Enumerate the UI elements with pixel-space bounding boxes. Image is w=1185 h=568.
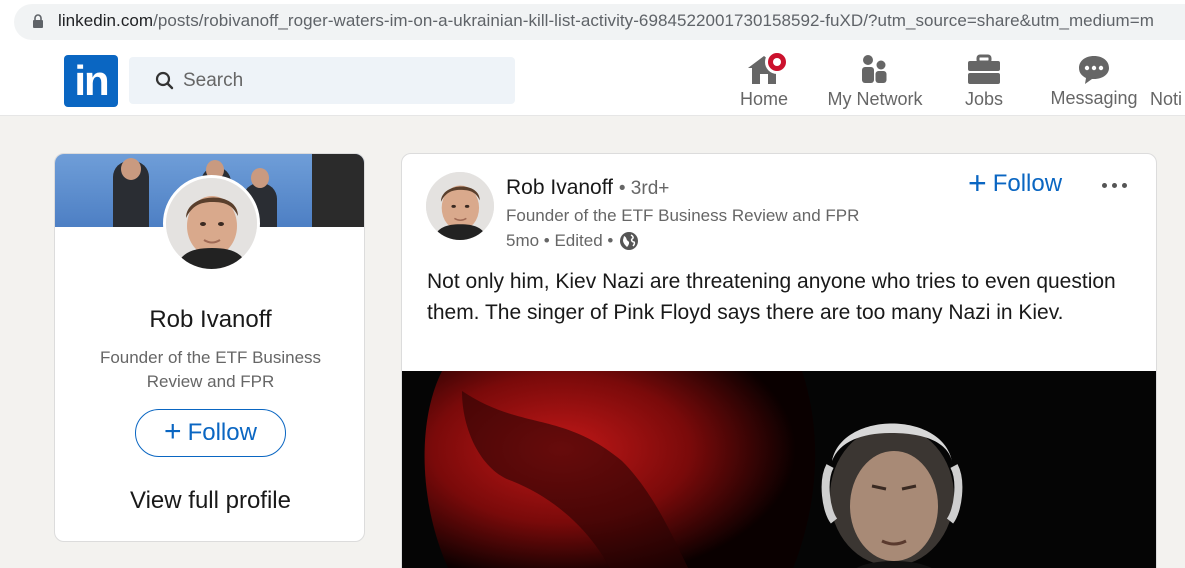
post-meta: 5mo • Edited • <box>506 231 639 251</box>
profile-card: Rob Ivanoff Founder of the ETF Business … <box>54 153 365 542</box>
profile-headline: Founder of the ETF Business Review and F… <box>99 348 322 391</box>
more-options-icon[interactable] <box>1095 174 1133 196</box>
search-input[interactable] <box>183 66 503 96</box>
banner-person-head <box>121 158 141 180</box>
profile-follow-label: Follow <box>187 419 257 446</box>
nav-my-network-label: My Network <box>827 89 923 109</box>
plus-icon: + <box>164 414 182 448</box>
post-image[interactable] <box>402 371 1156 568</box>
post-timestamp: 5mo • Edited • <box>506 231 614 250</box>
search-icon <box>155 71 174 90</box>
notification-badge <box>765 50 789 74</box>
post-author-name[interactable]: Rob Ivanoff <box>506 176 613 199</box>
briefcase-icon <box>968 54 1000 84</box>
post-text: Not only him, Kiev Nazi are threatening … <box>427 270 1116 324</box>
lock-icon <box>33 14 43 28</box>
url-text[interactable]: linkedin.com/posts/robivanoff_roger-wate… <box>58 11 1154 31</box>
post-follow-label: Follow <box>992 170 1063 197</box>
nav-messaging[interactable]: Messaging <box>1045 50 1143 112</box>
view-full-profile-link[interactable]: View full profile <box>55 487 364 515</box>
nav-home-label: Home <box>739 89 788 109</box>
nav-home[interactable]: Home <box>729 50 799 112</box>
banner-dark-area <box>312 154 364 227</box>
profile-name[interactable]: Rob Ivanoff <box>55 306 364 334</box>
globe-icon <box>620 232 639 250</box>
profile-follow-button[interactable]: + Follow <box>135 409 286 457</box>
nav-messaging-label: Messaging <box>1050 88 1138 108</box>
post-follow-button[interactable]: + Follow <box>968 164 1063 201</box>
linkedin-logo[interactable]: in <box>64 55 118 107</box>
avatar-photo <box>166 178 257 269</box>
messaging-icon <box>1079 56 1109 84</box>
top-navigation: in Home My Network Jobs <box>0 44 1185 116</box>
url-path: /posts/robivanoff_roger-waters-im-on-a-u… <box>153 11 1154 30</box>
avatar-photo <box>426 172 494 240</box>
nav-notifications-label: Noti <box>1150 89 1183 109</box>
nav-jobs[interactable]: Jobs <box>954 50 1014 112</box>
post-card: Rob Ivanoff • 3rd+ Founder of the ETF Bu… <box>401 153 1157 568</box>
connection-degree: • 3rd+ <box>618 178 670 199</box>
banner-person-head <box>251 168 269 188</box>
plus-icon: + <box>968 164 987 201</box>
nav-notifications[interactable]: Noti <box>1150 50 1185 112</box>
browser-address-bar[interactable]: linkedin.com/posts/robivanoff_roger-wate… <box>0 0 1185 44</box>
search-box[interactable] <box>129 57 515 104</box>
url-host: linkedin.com <box>58 11 154 30</box>
network-icon <box>862 55 887 83</box>
nav-my-network[interactable]: My Network <box>819 50 931 112</box>
post-author-avatar[interactable] <box>426 172 494 240</box>
post-author[interactable]: Rob Ivanoff • 3rd+ <box>506 176 669 200</box>
post-author-headline: Founder of the ETF Business Review and F… <box>506 206 860 225</box>
profile-avatar[interactable] <box>163 175 260 272</box>
nav-jobs-label: Jobs <box>964 89 1004 109</box>
post-photo <box>402 371 1156 568</box>
